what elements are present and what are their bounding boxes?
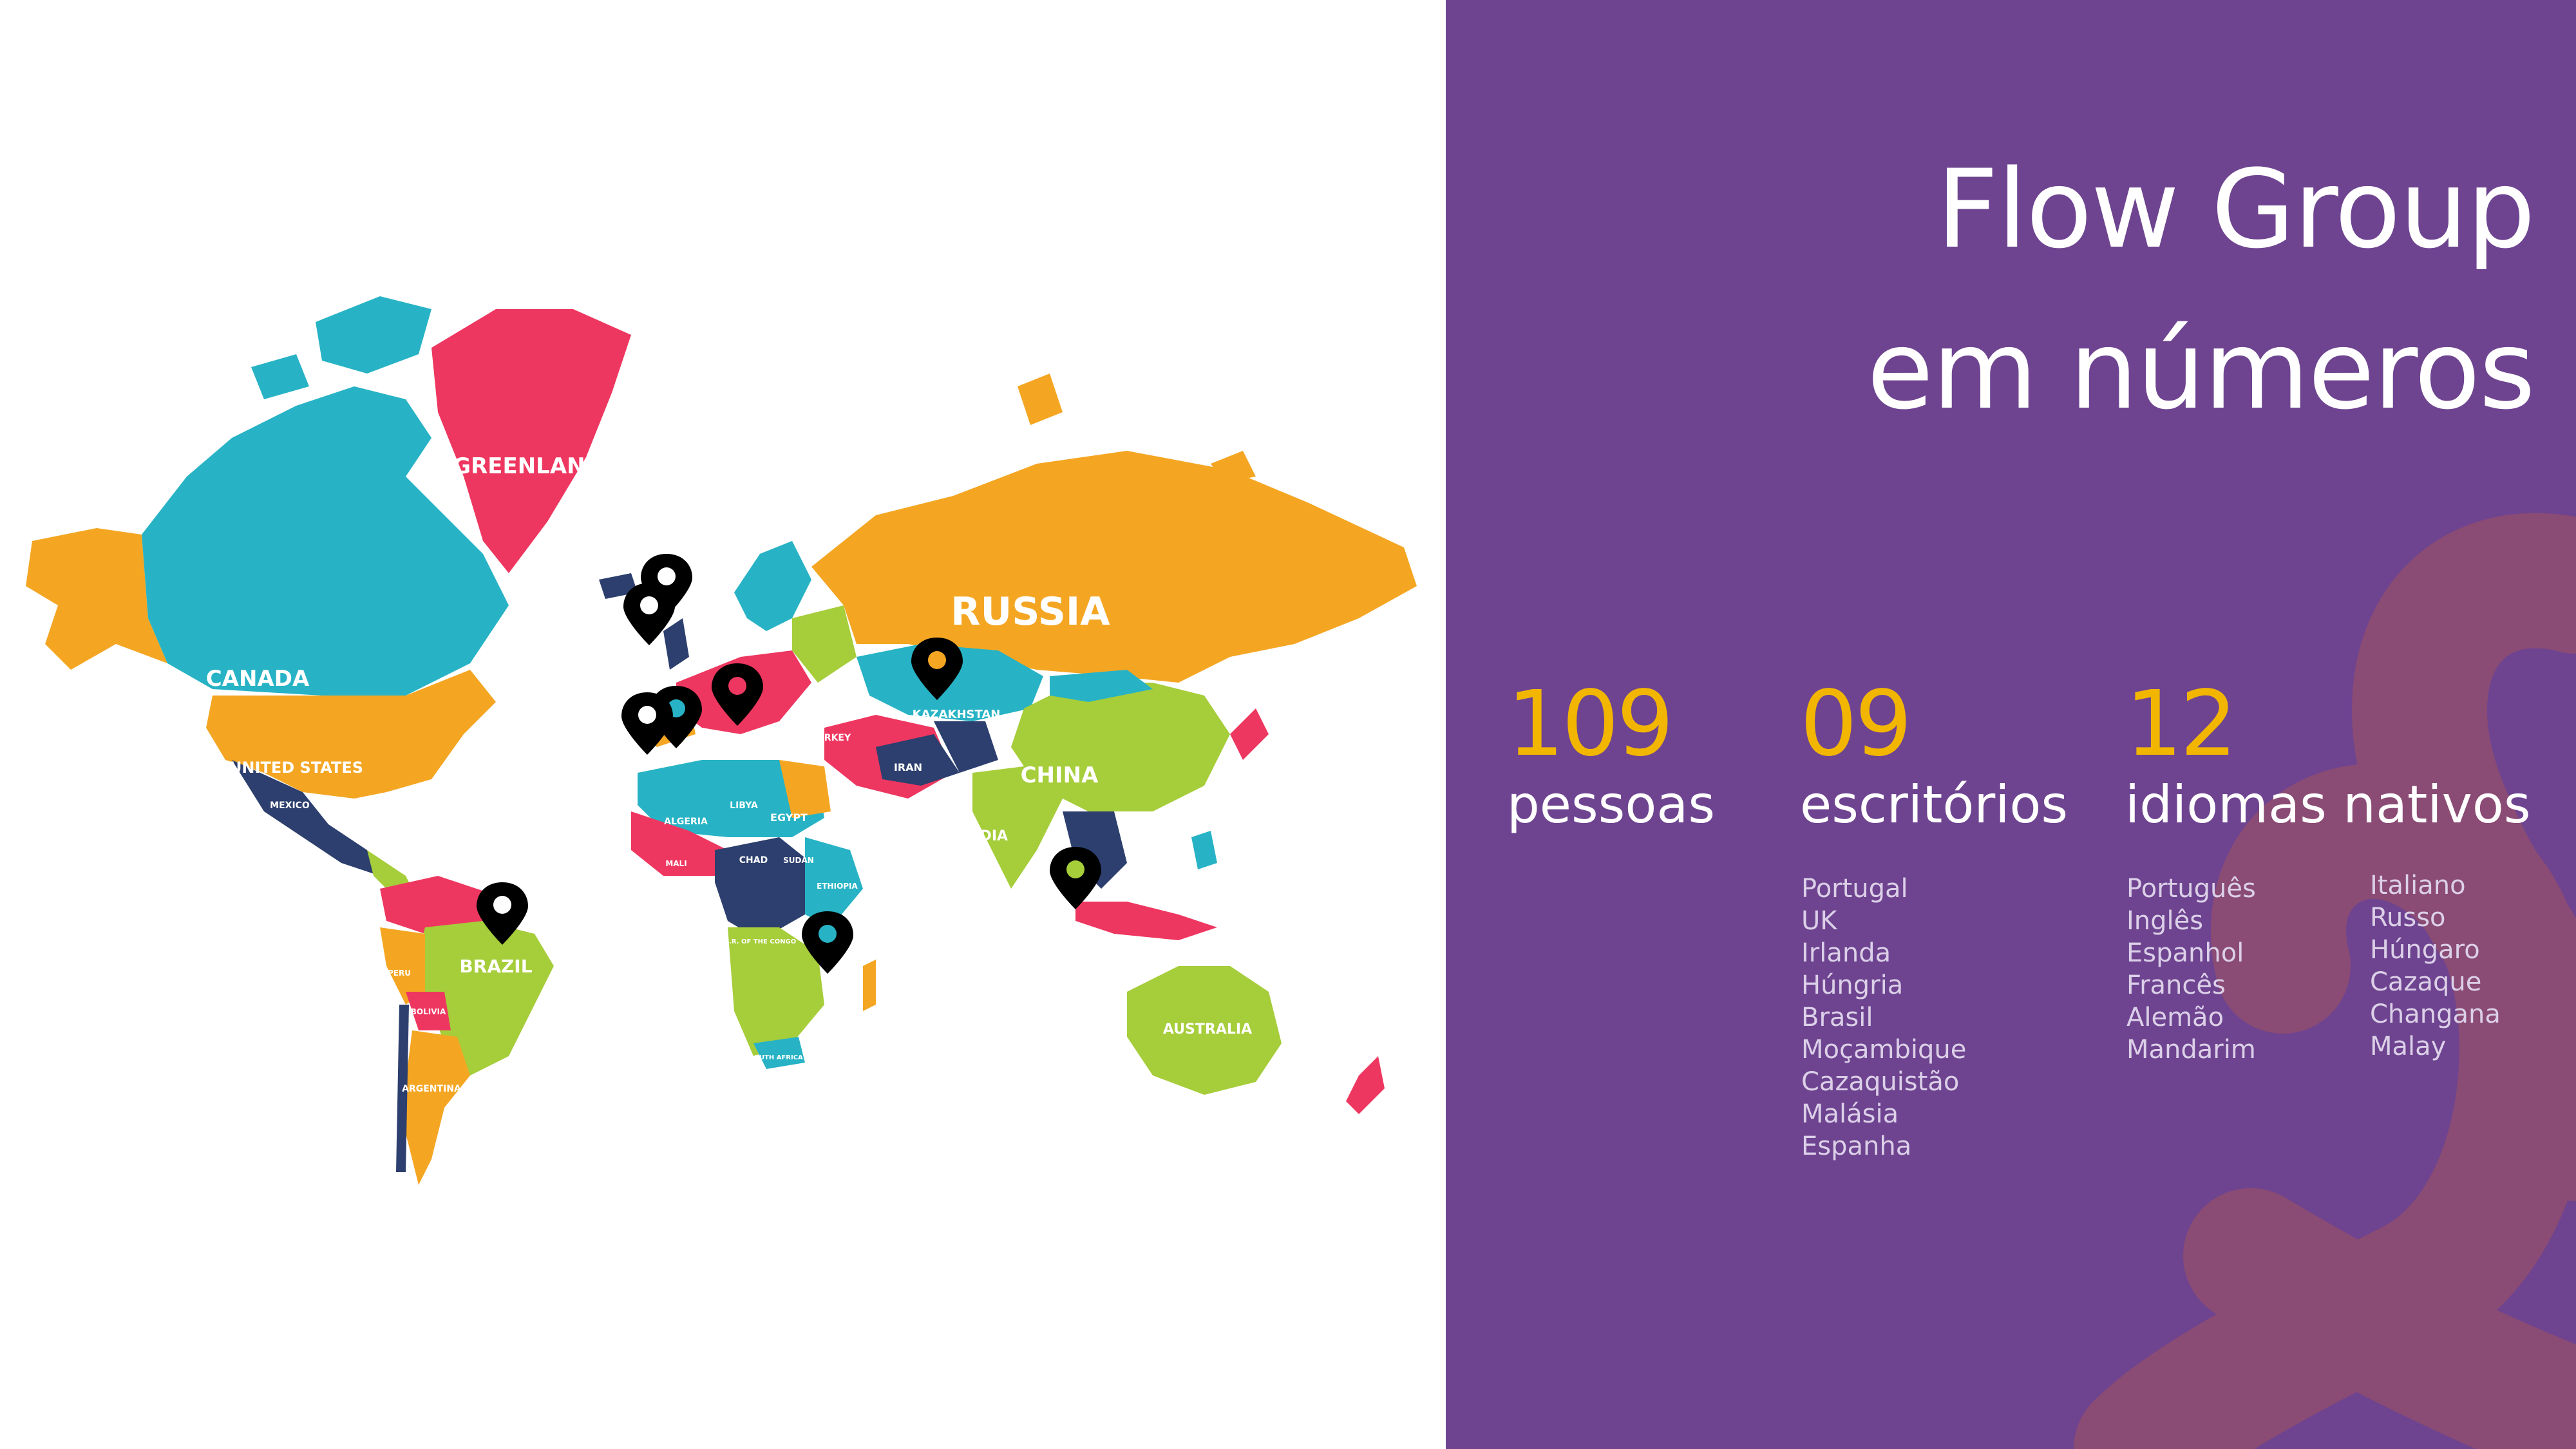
map-new-zealand [1346, 1056, 1385, 1114]
list-item: Brasil [1801, 1003, 1873, 1032]
label-chad: CHAD [739, 855, 768, 866]
map-pin-icon [621, 692, 673, 755]
stat-label: pessoas [1507, 775, 1716, 835]
label-algeria: ALGERIA [664, 817, 708, 827]
label-china: CHINA [1021, 762, 1099, 788]
label-libya: LIBYA [730, 800, 758, 811]
stat-label: escritórios [1800, 775, 2069, 835]
list-item: Húngaro [2370, 935, 2480, 965]
list-item: Alemão [2126, 1003, 2224, 1032]
list-item: Espanha [1801, 1132, 1912, 1161]
offices-list: Portugal UK Irlanda Húngria Brasil Moçam… [1801, 873, 1966, 1162]
stat-languages: 12 idiomas nativos [2125, 667, 2531, 840]
list-item: Malay [2370, 1032, 2447, 1061]
label-russia: RUSSIA [951, 589, 1110, 634]
label-drc: D.R. OF THE CONGO [724, 938, 797, 945]
list-item: Portugal [1801, 874, 1908, 904]
map-madagascar [863, 960, 876, 1011]
label-egypt: EGYPT [770, 811, 808, 824]
list-item: Russo [2370, 903, 2446, 933]
list-item: Francês [2126, 971, 2226, 1000]
list-item: Espanhol [2126, 938, 2244, 968]
list-item: Cazaque [2370, 967, 2482, 997]
map-central-africa [715, 837, 811, 940]
label-bolivia: BOLIVIA [411, 1007, 446, 1016]
label-canada: CANADA [206, 666, 310, 692]
list-item: Italiano [2370, 871, 2466, 900]
list-item: Cazaquistão [1801, 1067, 1960, 1097]
list-item: Moçambique [1801, 1035, 1967, 1065]
map-indonesia [1075, 902, 1217, 940]
label-brazil: BRAZIL [459, 956, 532, 977]
title-line-1: Flow Group [1936, 146, 2535, 272]
world-map: GREENLAND RUSSIA CANADA UNITED STATES CH… [26, 296, 1417, 1185]
label-argentina: ARGENTINA [402, 1084, 461, 1094]
stats-panel: Flow Group em números 109 pessoas 09 esc… [1446, 0, 2576, 1449]
label-iran: IRAN [894, 761, 922, 773]
map-japan [1230, 708, 1269, 760]
stat-offices: 09 escritórios [1800, 667, 2068, 840]
map-uk [663, 618, 689, 670]
list-item: Malásia [1801, 1099, 1899, 1129]
list-item: Húngria [1801, 971, 1904, 1000]
list-item: Changana [2370, 999, 2501, 1029]
label-india: INDIA [963, 828, 1008, 844]
label-united-states: UNITED STATES [229, 759, 363, 777]
list-item: Português [2126, 874, 2256, 904]
stat-number: 09 [1800, 672, 1912, 777]
map-philippines [1191, 831, 1217, 869]
map-arctic-islands [251, 296, 431, 399]
label-mexico: MEXICO [270, 800, 310, 811]
label-greenland: GREENLAND [453, 453, 603, 479]
map-panel: GREENLAND RUSSIA CANADA UNITED STATES CH… [0, 0, 1446, 1449]
list-item: Mandarim [2126, 1035, 2256, 1065]
stat-number: 12 [2125, 672, 2237, 777]
stat-number: 109 [1507, 672, 1674, 777]
map-pin-icon [1050, 847, 1101, 909]
languages-list-1: Português Inglês Espanhol Francês Alemão… [2126, 873, 2256, 1066]
list-item: UK [1801, 906, 1837, 936]
stat-label: idiomas nativos [2125, 775, 2531, 835]
list-item: Inglês [2126, 906, 2204, 936]
stat-people: 109 pessoas [1507, 667, 1715, 840]
label-australia: AUSTRALIA [1163, 1021, 1252, 1037]
list-item: Irlanda [1801, 938, 1891, 968]
label-south-africa: SOUTH AFRICA [749, 1054, 803, 1061]
label-turkey: TURKEY [811, 733, 851, 743]
map-argentina [406, 1030, 470, 1185]
label-peru: PERU [388, 969, 411, 978]
label-kazakhstan: KAZAKHSTAN [913, 708, 1001, 721]
label-ethiopia: ETHIOPIA [817, 882, 858, 891]
page-title: Flow Group em números [1866, 129, 2535, 451]
label-sudan: SUDAN [783, 856, 814, 865]
languages-list-2: Italiano Russo Húngaro Cazaque Changana … [2370, 869, 2501, 1063]
title-line-2: em números [1866, 307, 2535, 433]
label-mali: MALI [665, 859, 687, 868]
